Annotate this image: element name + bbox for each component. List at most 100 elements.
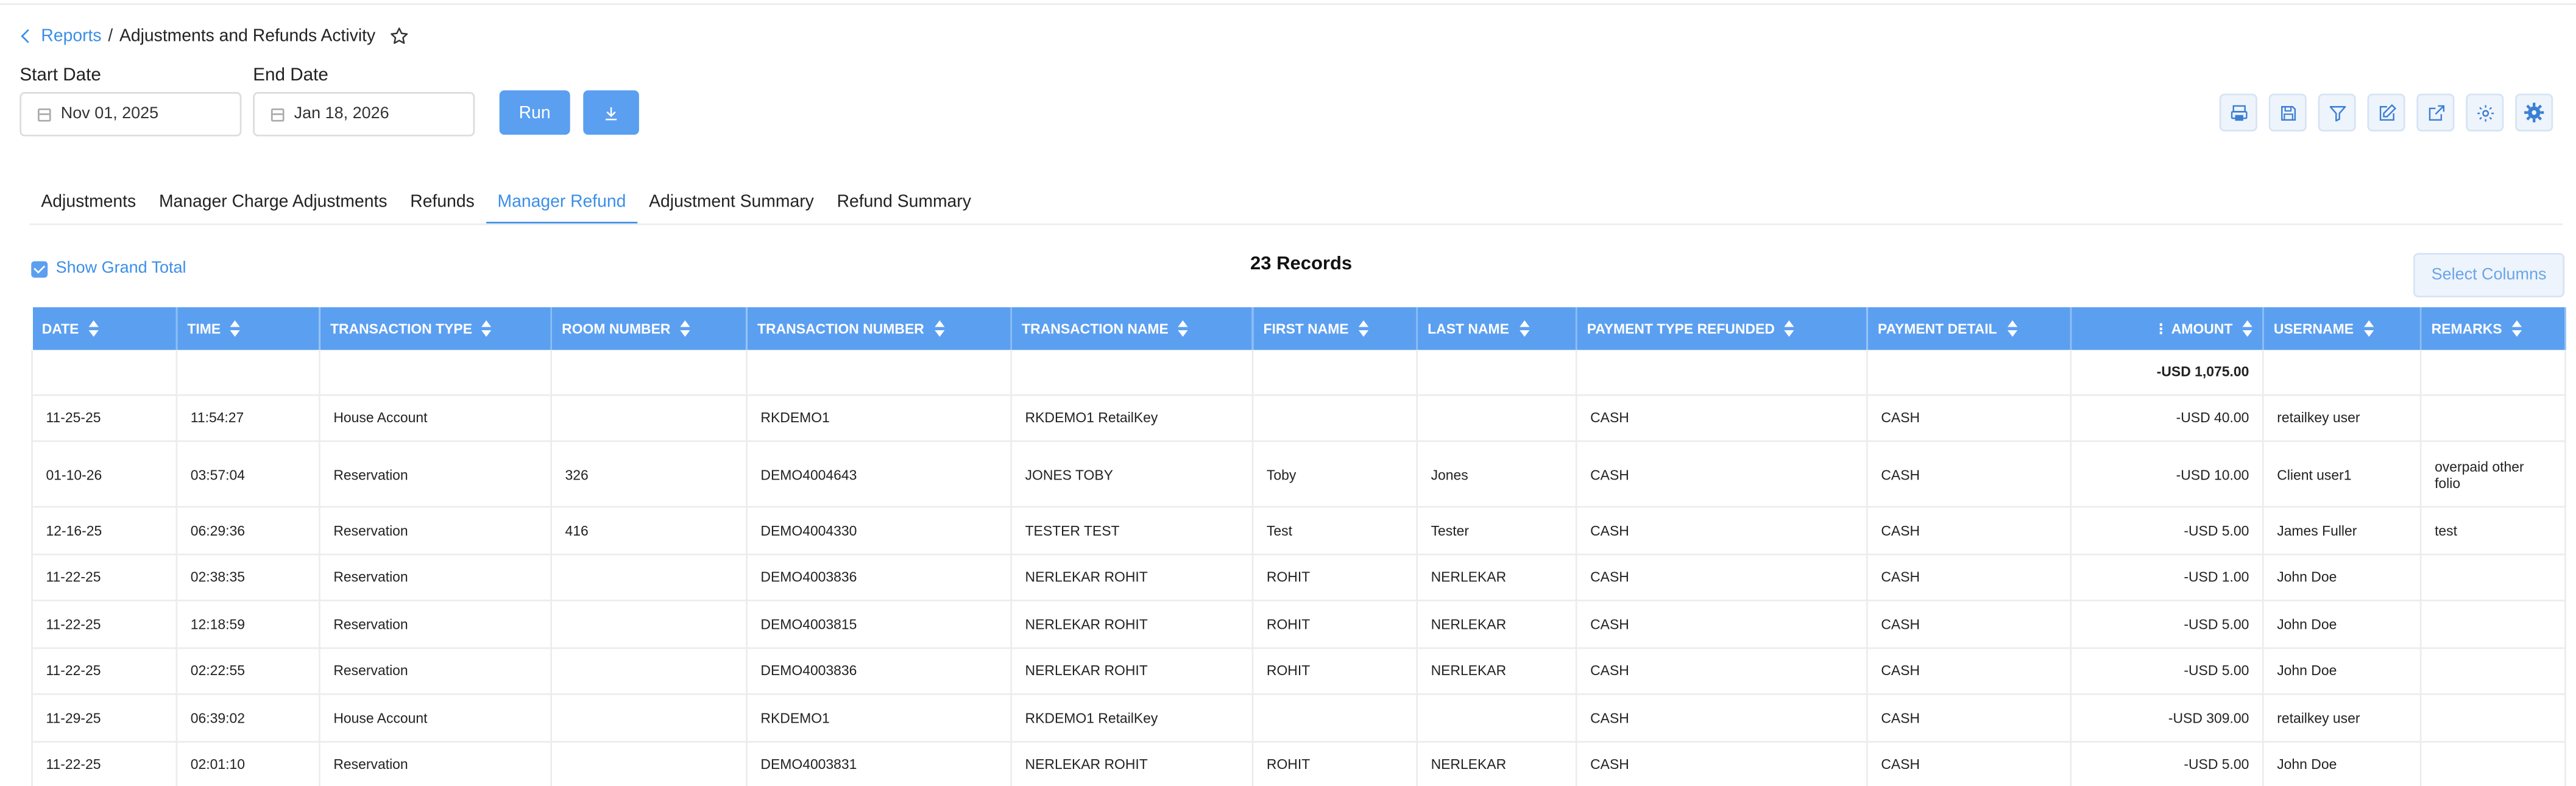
refund-table: DATE TIME TRANSACTION TYPE ROOM NUMBER TRANS…	[31, 307, 2566, 786]
breadcrumb-reports-link[interactable]: Reports	[21, 26, 102, 46]
tab-refunds[interactable]: Refunds	[398, 181, 486, 224]
table-cell	[2421, 647, 2566, 695]
edit-button[interactable]	[2367, 93, 2405, 132]
sort-icon[interactable]	[2511, 320, 2522, 338]
select-columns-button[interactable]: Select Columns	[2413, 253, 2565, 298]
table-cell: -USD 1.00	[2070, 553, 2264, 601]
column-header-label: PAYMENT DETAIL	[1877, 319, 1997, 336]
column-header-label: TRANSACTION NUMBER	[757, 319, 924, 336]
table-cell: ROHIT	[1253, 553, 1418, 601]
filter-icon	[2329, 105, 2345, 121]
table-cell	[551, 647, 748, 695]
table-cell: CASH	[1867, 741, 2072, 786]
column-header-label: REMARKS	[2431, 319, 2502, 336]
tab-adjustments[interactable]: Adjustments	[30, 181, 148, 224]
table-cell: DEMO4003836	[746, 553, 1012, 601]
table-cell: 11-22-25	[31, 600, 178, 648]
save-button[interactable]	[2268, 93, 2307, 132]
print-button[interactable]	[2219, 93, 2257, 132]
sort-icon[interactable]	[933, 320, 944, 338]
report-tabs: Adjustments Manager Charge Adjustments R…	[30, 181, 983, 224]
records-count: 23 Records	[1250, 254, 1353, 275]
table-cell: CASH	[1576, 741, 1868, 786]
advanced-settings-button[interactable]	[2515, 93, 2553, 132]
show-grand-total-label: Show Grand Total	[55, 260, 186, 278]
table-row[interactable]: 11-29-25 06:39:02 House Account RKDEMO1 RKDE…	[31, 694, 2566, 742]
column-header[interactable]: DATE	[32, 307, 178, 350]
table-cell: 11-22-25	[31, 553, 178, 601]
sort-icon[interactable]	[1358, 320, 1368, 338]
column-header[interactable]: FIRST NAME	[1253, 307, 1418, 350]
table-cell: Reservation	[319, 647, 552, 695]
grand-total-cell	[1576, 350, 1868, 395]
table-cell: ROHIT	[1253, 741, 1418, 786]
sort-icon[interactable]	[88, 320, 99, 338]
end-date-label: End Date	[253, 65, 328, 86]
settings-button[interactable]	[2466, 93, 2504, 132]
table-cell: CASH	[1867, 694, 2072, 742]
column-header-label: TRANSACTION NAME	[1022, 319, 1169, 336]
end-date-input[interactable]: Jan 18, 2026	[253, 91, 475, 136]
column-header[interactable]: TIME	[176, 307, 320, 350]
sort-icon[interactable]	[1519, 320, 1529, 338]
table-cell: -USD 309.00	[2070, 694, 2264, 742]
table-cell: Reservation	[319, 741, 552, 786]
table-cell: RKDEMO1	[746, 694, 1012, 742]
tab-manager-refund[interactable]: Manager Refund	[486, 181, 638, 224]
star-icon[interactable]	[389, 26, 408, 46]
table-row[interactable]: 11-22-25 12:18:59 Reservation DEMO4003815 NE…	[31, 600, 2566, 648]
sort-icon[interactable]	[482, 320, 492, 338]
table-cell: RKDEMO1	[746, 394, 1012, 442]
table-cell: JONES TOBY	[1011, 441, 1254, 508]
column-header[interactable]: ROOM NUMBER	[551, 307, 748, 350]
start-date-input[interactable]: Nov 01, 2025	[19, 91, 242, 136]
table-cell: 06:39:02	[176, 694, 320, 742]
show-grand-total-toggle[interactable]: Show Grand Total	[31, 260, 186, 278]
column-header[interactable]: REMARKS	[2421, 307, 2566, 350]
settings-icon	[2476, 104, 2493, 121]
table-cell: Test	[1253, 506, 1418, 555]
sort-icon[interactable]	[2242, 320, 2252, 338]
column-header[interactable]: PAYMENT TYPE REFUNDED	[1576, 307, 1868, 350]
filter-button[interactable]	[2318, 93, 2356, 132]
table-row[interactable]: 11-25-25 11:54:27 House Account RKDEMO1 RKDE…	[31, 394, 2566, 442]
table-row[interactable]: 01-10-26 03:57:04 Reservation 326 DEMO400464…	[31, 441, 2566, 508]
checkbox-checked-icon[interactable]	[31, 260, 48, 277]
table-cell: -USD 5.00	[2070, 741, 2264, 786]
export-icon	[2428, 104, 2444, 120]
column-header[interactable]: ⋮ AMOUNT	[2070, 307, 2264, 350]
table-row[interactable]: 11-22-25 02:22:55 Reservation DEMO4003836 NE…	[31, 647, 2566, 695]
sort-icon[interactable]	[680, 320, 690, 338]
table-row[interactable]: 12-16-25 06:29:36 Reservation 416 DEMO400433…	[31, 506, 2566, 555]
table-row[interactable]: 11-22-25 02:01:10 Reservation DEMO4003831 NE…	[31, 741, 2566, 786]
table-cell: 416	[551, 506, 748, 555]
table-cell: John Doe	[2263, 741, 2422, 786]
table-cell	[551, 600, 748, 648]
sort-icon[interactable]	[2006, 320, 2017, 338]
tab-manager-charge-adjustments[interactable]: Manager Charge Adjustments	[147, 181, 398, 224]
column-header[interactable]: LAST NAME	[1417, 307, 1577, 350]
run-button[interactable]: Run	[499, 90, 570, 135]
table-row[interactable]: 11-22-25 02:38:35 Reservation DEMO4003836 NE…	[31, 553, 2566, 601]
table-cell: NERLEKAR ROHIT	[1011, 741, 1254, 786]
breadcrumb: Reports / Adjustments and Refunds Activi…	[21, 26, 408, 46]
column-header[interactable]: PAYMENT DETAIL	[1867, 307, 2072, 350]
column-options-icon[interactable]: ⋮	[2154, 319, 2171, 336]
download-button[interactable]	[583, 90, 639, 135]
sort-icon[interactable]	[230, 320, 241, 338]
sort-icon[interactable]	[2363, 320, 2374, 338]
table-cell: 326	[551, 441, 748, 508]
table-cell: CASH	[1867, 553, 2072, 601]
table-cell	[1253, 694, 1418, 742]
table-cell	[2421, 553, 2566, 601]
column-header[interactable]: TRANSACTION NAME	[1011, 307, 1254, 350]
sort-icon[interactable]	[1178, 320, 1189, 338]
table-cell: House Account	[319, 694, 552, 742]
tab-adjustment-summary[interactable]: Adjustment Summary	[637, 181, 825, 224]
sort-icon[interactable]	[1785, 320, 1795, 338]
export-button[interactable]	[2416, 93, 2455, 132]
tab-refund-summary[interactable]: Refund Summary	[826, 181, 983, 224]
column-header[interactable]: USERNAME	[2263, 307, 2422, 350]
column-header[interactable]: TRANSACTION TYPE	[319, 307, 552, 350]
column-header[interactable]: TRANSACTION NUMBER	[746, 307, 1012, 350]
